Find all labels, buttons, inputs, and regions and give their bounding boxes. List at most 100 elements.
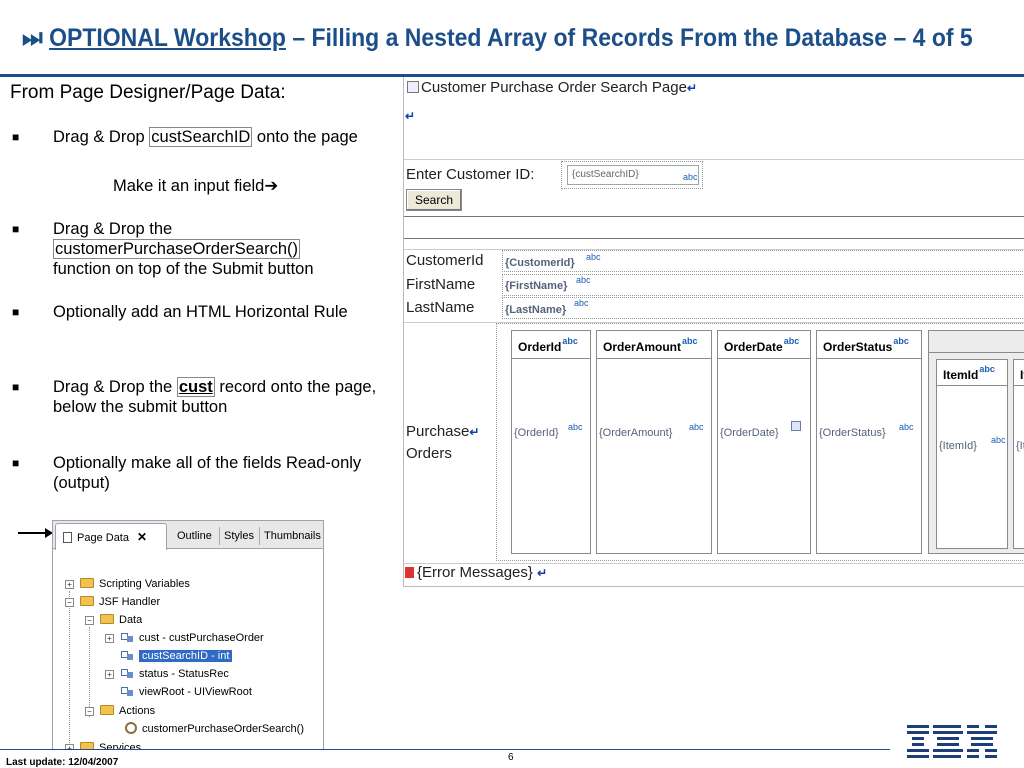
abc-icon: abc: [683, 172, 698, 182]
field-value-lastname[interactable]: {LastName}: [505, 304, 566, 316]
expand-icon[interactable]: +: [105, 634, 114, 643]
instructions-column: From Page Designer/Page Data:: [10, 80, 390, 104]
bullet-text: Optionally make all of the fields Read-o…: [53, 454, 362, 492]
expand-icon[interactable]: +: [105, 670, 114, 679]
customer-id-input[interactable]: {custSearchID} abc: [567, 165, 699, 185]
collapse-icon[interactable]: −: [85, 707, 94, 716]
field-label-customerid: CustomerId: [406, 252, 484, 269]
column-header: OrderStatusabc: [817, 331, 921, 359]
expand-icon[interactable]: +: [65, 580, 74, 589]
tab-label: Styles: [224, 530, 254, 542]
bullet-code: custSearchID: [149, 127, 253, 147]
horizontal-rule: [404, 216, 1024, 239]
variable-icon: [120, 667, 134, 679]
title-optional: OPTIONAL Workshop: [49, 24, 286, 52]
abc-icon: abc: [893, 336, 909, 346]
gear-icon: [125, 722, 137, 734]
abc-icon: abc: [562, 336, 578, 346]
abc-icon: abc: [586, 252, 601, 262]
column-cell: {OrderDate}: [720, 427, 779, 439]
page-heading: Customer Purchase Order Search Page↵: [407, 79, 697, 96]
page-data-panel: Page Data ✕ Outline Styles Thumbnails + Sc…: [52, 520, 324, 750]
folder-icon: [100, 705, 114, 715]
footer-divider: [0, 749, 890, 750]
tree-label: viewRoot - UIViewRoot: [139, 686, 252, 698]
sub-note-text: Make it an input field: [113, 177, 265, 195]
intro-text: From Page Designer/Page Data:: [10, 82, 286, 103]
abc-icon: abc: [689, 422, 704, 432]
tab-label: Thumbnails: [264, 530, 321, 542]
bullet-code: cust: [176, 377, 215, 397]
close-icon[interactable]: ✕: [137, 530, 147, 544]
purchase-orders-label: Purchase↵ Orders: [406, 423, 480, 462]
pointer-arrow-line: [18, 532, 48, 534]
tab-thumbnails[interactable]: Thumbnails: [260, 523, 323, 549]
title-rest: – Filling a Nested Array of Records From…: [285, 24, 973, 52]
page-designer-canvas[interactable]: Customer Purchase Order Search Page↵ ↵ E…: [403, 77, 1024, 587]
column-orderstatus[interactable]: OrderStatusabc {OrderStatus} abc: [816, 330, 922, 554]
abc-icon: abc: [576, 275, 591, 285]
column-cell: {OrderAmount}: [599, 427, 673, 439]
tree-item-scripting-variables[interactable]: + Scripting Variables: [65, 575, 190, 593]
column-item-partial[interactable]: It {It: [1013, 359, 1024, 549]
tree-item-jsf-handler[interactable]: − JSF Handler: [65, 593, 160, 611]
enter-customer-id-label: Enter Customer ID:: [406, 166, 534, 183]
sub-note: Make it an input field➔: [113, 176, 278, 196]
column-cell: {It: [1016, 440, 1024, 452]
collapse-icon[interactable]: −: [65, 598, 74, 607]
tree-item-custsearchid[interactable]: custSearchID - int: [120, 647, 233, 665]
bullet-text: onto the page: [252, 128, 358, 146]
tree-item-status[interactable]: + status - StatusRec: [105, 665, 229, 683]
abc-icon: abc: [979, 364, 995, 374]
collapse-icon[interactable]: −: [85, 616, 94, 625]
page-data-icon: [63, 532, 72, 543]
tree-item-actions[interactable]: − Actions: [85, 702, 155, 720]
input-value: {custSearchID}: [572, 169, 639, 180]
field-value-firstname[interactable]: {FirstName}: [505, 280, 567, 292]
nested-items-table[interactable]: ItemIdabc {ItemId} abc It {It: [928, 330, 1024, 554]
panel-tab-bar: Page Data ✕ Outline Styles Thumbnails: [53, 521, 323, 550]
tree-label: cust - custPurchaseOrder: [139, 632, 264, 644]
header-text: OrderDate: [724, 340, 783, 354]
header-text: OrderId: [518, 340, 562, 354]
bullet-text: Optionally add an HTML Horizontal Rule: [53, 303, 348, 321]
abc-icon: abc: [682, 336, 698, 346]
header-text: It: [1020, 368, 1024, 382]
column-header: OrderAmountabc: [597, 331, 711, 359]
ibm-logo: [907, 725, 997, 758]
field-label-firstname: FirstName: [406, 276, 476, 293]
tree-label-selected: custSearchID - int: [139, 650, 233, 662]
folder-icon: [80, 578, 94, 588]
tree-label: Data: [119, 614, 143, 626]
bullet-text: function on top of the Submit button: [53, 260, 314, 278]
error-icon: [405, 567, 414, 578]
field-label-lastname: LastName: [406, 299, 475, 316]
column-orderid[interactable]: OrderIdabc {OrderId} abc: [511, 330, 591, 554]
tree-item-search-function[interactable]: customerPurchaseOrderSearch(): [125, 720, 304, 738]
tab-page-data[interactable]: Page Data ✕: [55, 523, 167, 550]
tab-outline[interactable]: Outline: [173, 523, 216, 549]
tab-styles[interactable]: Styles: [220, 523, 258, 549]
text-icon: [407, 81, 419, 93]
search-button[interactable]: Search: [406, 189, 462, 211]
field-value-customerid[interactable]: {CustomerId}: [505, 257, 575, 269]
error-messages-text: {Error Messages}: [417, 564, 533, 581]
variable-icon: [120, 649, 134, 661]
column-orderamount[interactable]: OrderAmountabc {OrderAmount} abc: [596, 330, 712, 554]
header-text: OrderStatus: [823, 340, 893, 354]
label-text: Enter Customer ID:: [406, 166, 535, 183]
column-header: ItemIdabc: [937, 360, 1007, 386]
column-itemid[interactable]: ItemIdabc {ItemId} abc: [936, 359, 1008, 549]
abc-icon: abc: [899, 422, 914, 432]
tree-item-viewroot[interactable]: viewRoot - UIViewRoot: [120, 683, 252, 701]
slide-title: ⏭ OPTIONAL Workshop – Filling a Nested A…: [22, 24, 973, 58]
tree-label: Actions: [119, 705, 156, 717]
tree-label: JSF Handler: [99, 596, 161, 608]
variable-icon: [120, 685, 134, 697]
column-cell: {OrderId}: [514, 427, 559, 439]
tree-item-data[interactable]: − Data: [85, 611, 142, 629]
tree-label: status - StatusRec: [139, 668, 229, 680]
column-orderdate[interactable]: OrderDateabc {OrderDate}: [717, 330, 811, 554]
tree-item-cust[interactable]: + cust - custPurchaseOrder: [105, 629, 264, 647]
return-icon: ↵: [686, 81, 698, 95]
